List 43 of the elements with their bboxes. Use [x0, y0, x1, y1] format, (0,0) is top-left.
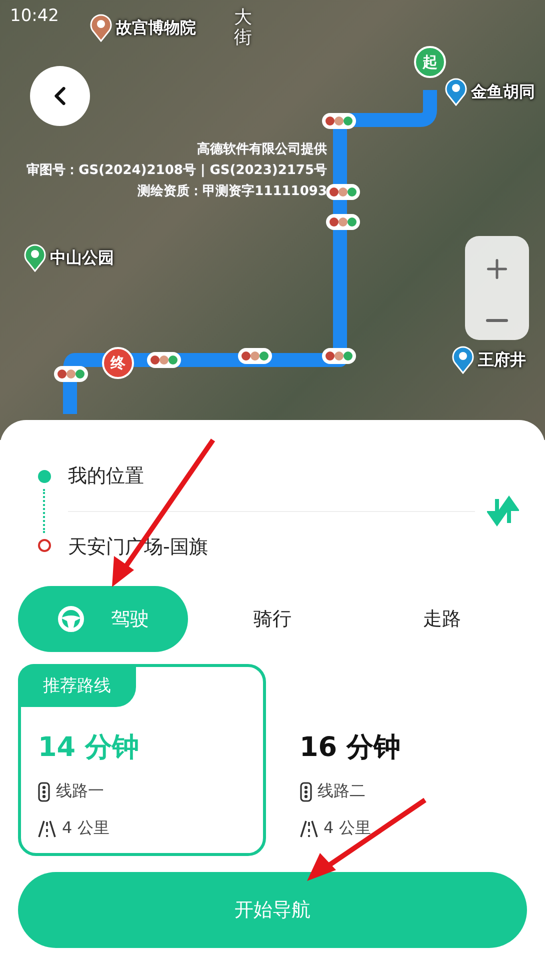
recommended-tag: 推荐路线 [18, 664, 136, 707]
route-time: 14 分钟 [38, 731, 140, 765]
map-copyright-text: 高德软件有限公司提供 [197, 140, 327, 158]
route-name: 线路二 [318, 781, 366, 802]
road-label: 大街 [234, 8, 252, 48]
traffic-light-icon [54, 366, 88, 382]
traffic-light-icon [38, 782, 50, 802]
map-pin-icon [24, 244, 46, 272]
end-marker: 终 [102, 347, 134, 379]
road-icon [38, 820, 56, 838]
origin-text[interactable]: 我的位置 [68, 454, 475, 496]
map-copyright-text: 审图号：GS(2024)2108号 | GS(2023)2175号 [26, 162, 327, 179]
route-name: 线路一 [56, 781, 104, 802]
traffic-light-icon [238, 348, 272, 364]
map-pin-icon [452, 346, 474, 374]
traffic-light-icon [300, 782, 312, 802]
map-pin-icon [445, 78, 467, 106]
map-place-label[interactable]: 金鱼胡同 [471, 82, 535, 102]
travel-mode-tab[interactable]: 走路 [357, 586, 528, 652]
traffic-light-icon [147, 352, 181, 368]
origin-dot [38, 470, 50, 483]
map-place-label[interactable]: 故宫博物院 [116, 18, 196, 38]
minus-icon [486, 319, 508, 322]
route-time: 16 分钟 [300, 731, 402, 765]
traffic-light-icon [326, 214, 360, 230]
map-place-label[interactable]: 中山公园 [50, 248, 114, 268]
steering-wheel-icon [56, 605, 85, 633]
traffic-light-icon [322, 348, 356, 364]
destination-dot [38, 539, 50, 552]
map-tile[interactable]: 10:42 故宫博物院 大街 金鱼胡同 中山公园 王府井 高德软件有限公司提供 审图号：GS(2024)2108号 | GS(2023)2175号 测绘资质：甲测资字11111093 起 终 [0, 0, 545, 440]
traffic-light-icon [322, 113, 356, 129]
map-pin-icon [90, 14, 112, 42]
status-time: 10:42 [10, 6, 59, 26]
route-option-card[interactable]: 推荐路线 14 分钟 线路一 4 公里 [18, 664, 266, 856]
road-icon [300, 820, 318, 838]
start-marker: 起 [414, 46, 446, 78]
traffic-light-icon [326, 184, 360, 200]
travel-mode-tab[interactable]: 骑行 [188, 586, 358, 652]
route-distance: 4 公里 [324, 818, 371, 839]
route-option-card[interactable]: 16 分钟 线路二 4 公里 [280, 664, 527, 856]
map-copyright-text: 测绘资质：甲测资字11111093 [138, 182, 327, 200]
route-distance: 4 公里 [62, 818, 110, 839]
map-place-label[interactable]: 王府井 [478, 350, 526, 370]
